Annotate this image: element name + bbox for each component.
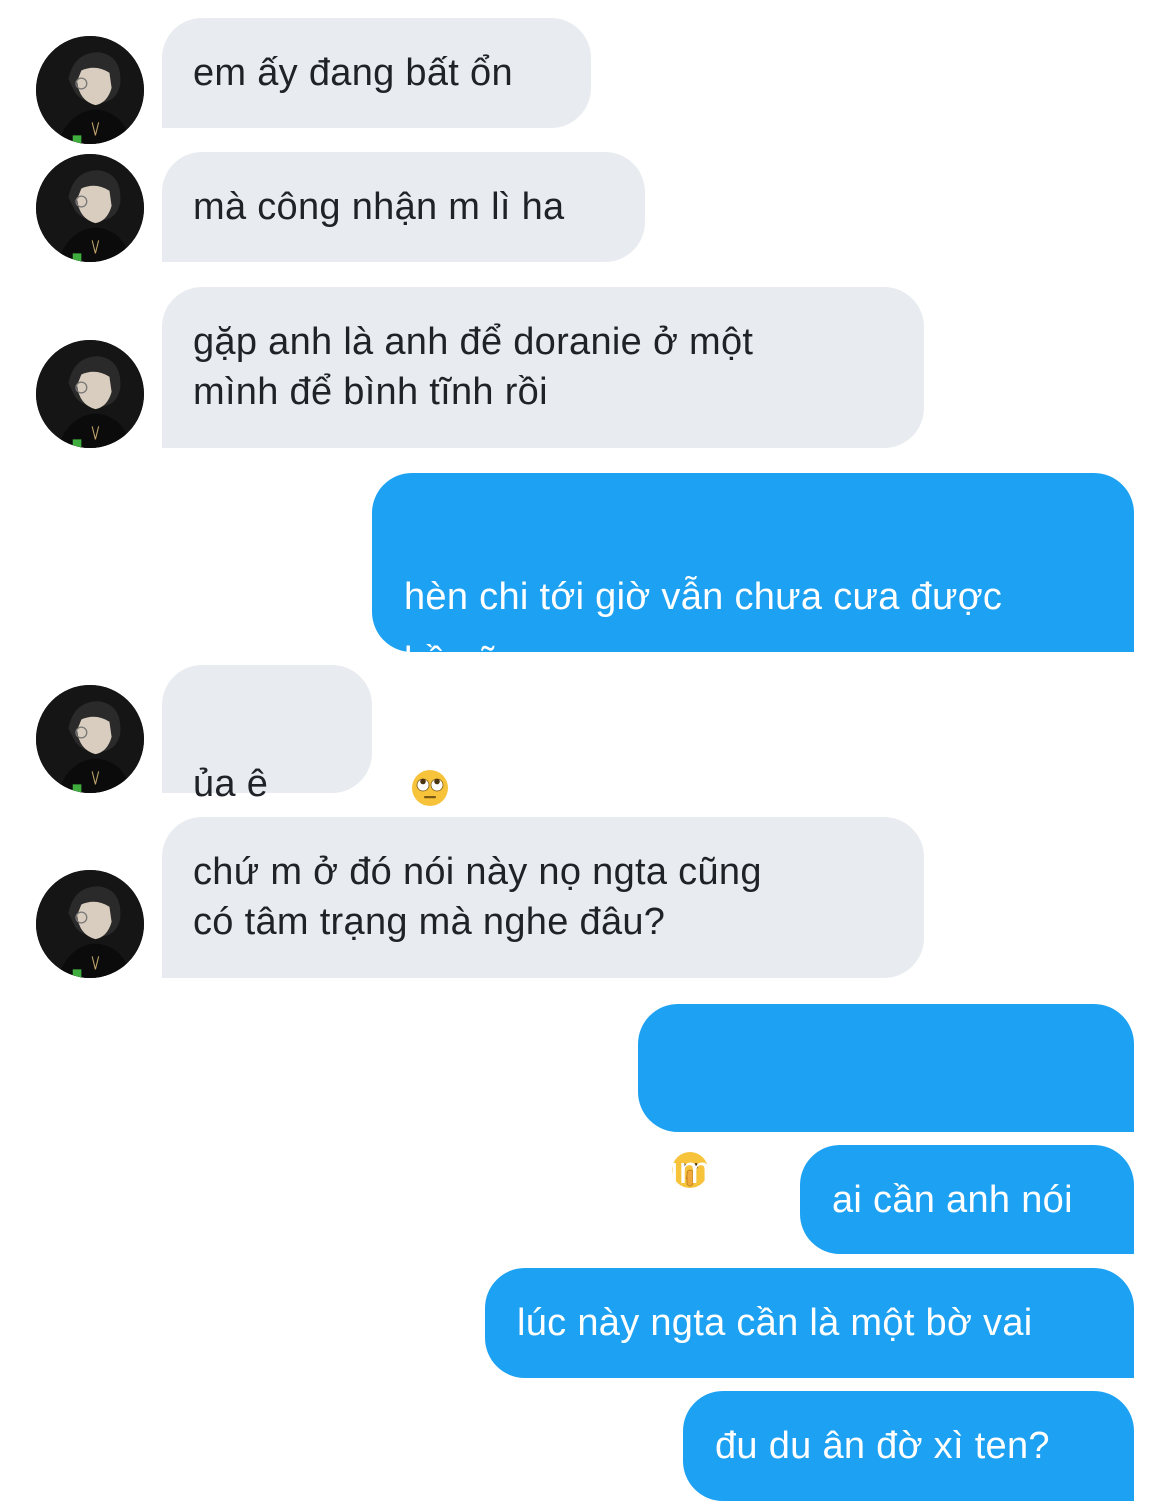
message-row: đu du ân đờ xì ten? (0, 1391, 1170, 1501)
outgoing-message-bubble[interactable]: ai cần anh nói (800, 1145, 1134, 1254)
message-text: ủa ê (193, 763, 269, 805)
contact-avatar[interactable] (36, 870, 144, 978)
message-row: ủa ê (0, 665, 1170, 897)
incoming-message-bubble[interactable]: ủa ê (162, 665, 372, 897)
incoming-message-bubble[interactable]: chứ m ở đó nói này nọ ngta cũng có tâm t… (162, 817, 924, 978)
incoming-message-bubble[interactable]: mà công nhận m lì ha (162, 152, 645, 262)
message-row: ai cần anh nói (0, 1145, 1170, 1254)
shushing-face-emoji-icon (670, 1100, 710, 1188)
message-row: lúc này ngta cần là một bờ vai (0, 1268, 1170, 1378)
contact-avatar[interactable] (36, 685, 144, 793)
contact-avatar[interactable] (36, 340, 144, 448)
message-row: hèn chi tới giờ vẫn chưa cưa được bồ cũ (0, 473, 1170, 806)
outgoing-message-bubble[interactable]: hèn chi tới giờ vẫn chưa cưa được bồ cũ (372, 473, 1134, 806)
message-row: gặp anh là anh để doranie ở một mình để … (0, 287, 1170, 448)
contact-avatar[interactable] (36, 154, 144, 262)
message-row: chứ m ở đó nói này nọ ngta cũng có tâm t… (0, 817, 1170, 978)
incoming-message-bubble[interactable]: gặp anh là anh để doranie ở một mình để … (162, 287, 924, 448)
incoming-message-bubble[interactable]: em ấy đang bất ổn (162, 18, 591, 128)
outgoing-message-bubble[interactable]: đu du ân đờ xì ten? (683, 1391, 1134, 1501)
outgoing-message-bubble[interactable]: im lặng nào anh zai (638, 1004, 1134, 1192)
outgoing-message-bubble[interactable]: lúc này ngta cần là một bờ vai (485, 1268, 1134, 1378)
message-row: em ấy đang bất ổn (0, 18, 1170, 144)
contact-avatar[interactable] (36, 36, 144, 144)
message-row: mà công nhận m lì ha (0, 152, 1170, 262)
message-row: im lặng nào anh zai (0, 1004, 1170, 1192)
